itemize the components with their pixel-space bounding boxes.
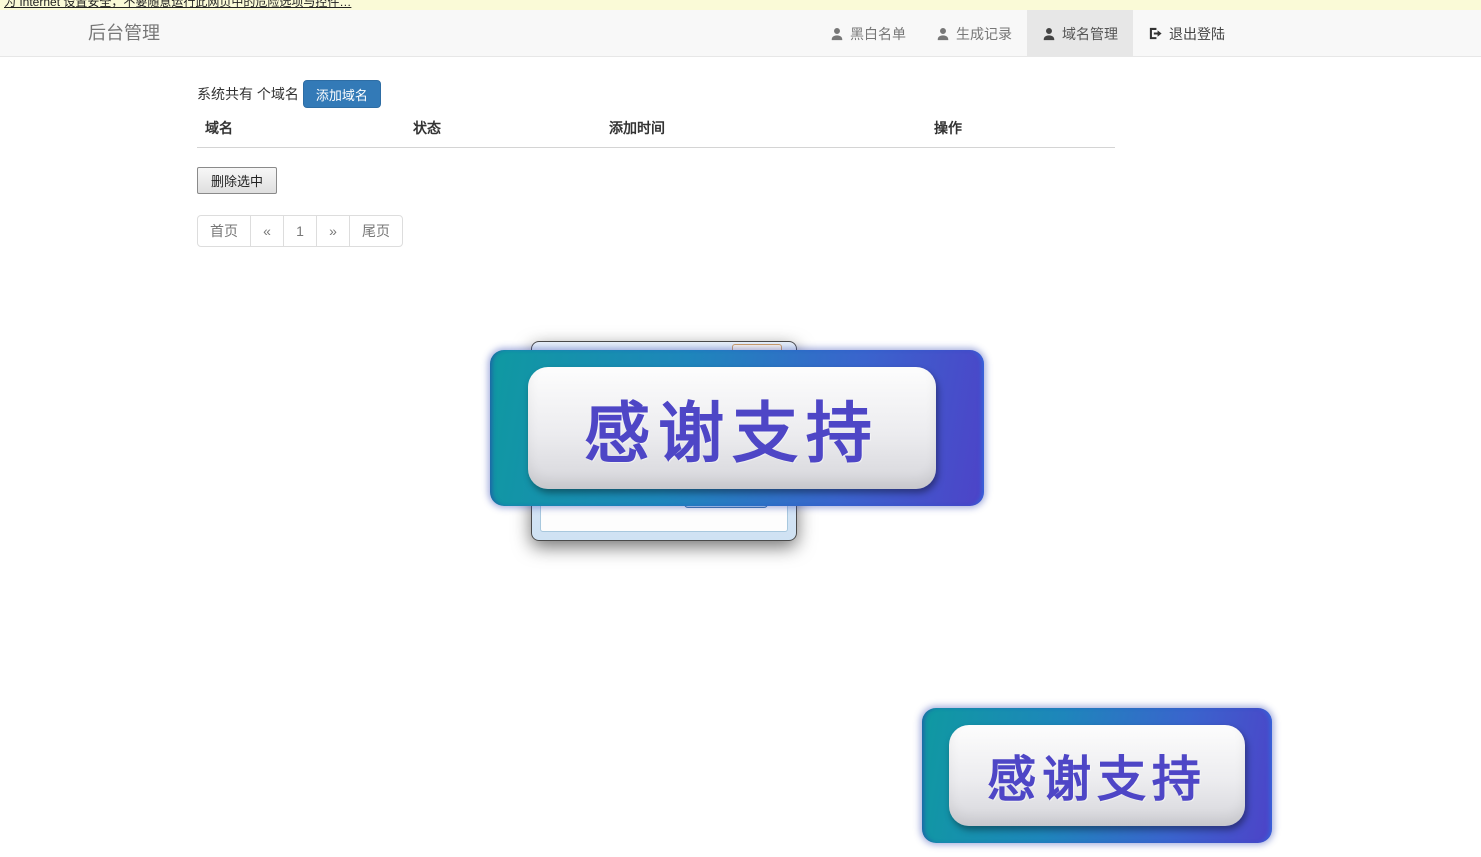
nav-item-blackwhite-list[interactable]: 黑白名单 [815,10,921,57]
logout-icon [1148,26,1163,41]
thanks-banner-text: 感谢支持 [987,740,1207,811]
clipped-notice-text: 为 Internet 设置安全，不要随意运行此网页中的危险选项与控件… [4,0,1481,10]
nav-item-label: 域名管理 [1062,24,1118,44]
page: 为 Internet 设置安全，不要随意运行此网页中的危险选项与控件… 后台管理… [0,0,1481,857]
user-icon [1042,27,1056,41]
navbar: 后台管理 黑白名单 生成记录 域名管理 退出登陆 [0,10,1481,57]
user-icon [830,27,844,41]
domain-count-text: 系统共有 个域名 [197,84,299,104]
nav-item-label: 黑白名单 [850,24,906,44]
brand-title[interactable]: 后台管理 [88,10,160,57]
column-header-actions: 操作 [926,118,1115,138]
column-header-domain: 域名 [197,118,405,138]
column-header-status: 状态 [405,118,601,138]
column-header-added-time: 添加时间 [601,118,926,138]
thanks-banner-text: 感谢支持 [584,380,880,476]
thanks-banner-pill: 感谢支持 [949,725,1245,826]
pagination-next[interactable]: » [316,215,350,247]
nav-item-label: 退出登陆 [1169,24,1225,44]
nav-item-domain-management[interactable]: 域名管理 [1027,10,1133,57]
nav-item-label: 生成记录 [956,24,1012,44]
pagination-page-1[interactable]: 1 [283,215,317,247]
browser-notice-bar: 为 Internet 设置安全，不要随意运行此网页中的危险选项与控件… [0,0,1481,10]
delete-selected-button[interactable]: 删除选中 [197,167,277,194]
nav-item-logout[interactable]: 退出登陆 [1133,10,1240,57]
nav-item-generation-records[interactable]: 生成记录 [921,10,1027,57]
thanks-banner-pill: 感谢支持 [528,367,936,489]
pagination-first[interactable]: 首页 [197,215,251,247]
add-domain-button[interactable]: 添加域名 [303,80,381,108]
thanks-banner-large: 感谢支持 [490,350,984,506]
thanks-banner-small: 感谢支持 [922,708,1272,843]
nav-menu: 黑白名单 生成记录 域名管理 退出登陆 [815,10,1240,57]
domain-summary-row: 系统共有 个域名 添加域名 [197,80,381,108]
pagination: 首页 « 1 » 尾页 [197,215,403,247]
pagination-prev[interactable]: « [250,215,284,247]
user-icon [936,27,950,41]
pagination-last[interactable]: 尾页 [349,215,403,247]
domain-table-header: 域名 状态 添加时间 操作 [197,118,1115,148]
